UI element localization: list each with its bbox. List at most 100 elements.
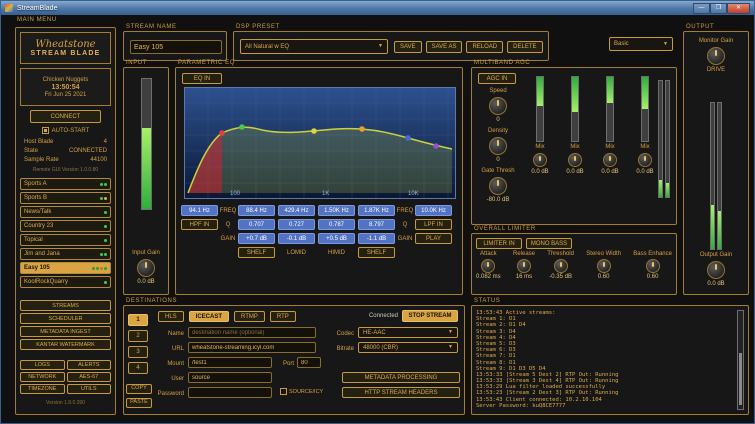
eq-node-lpf[interactable] — [433, 143, 439, 149]
agc-band-3-mix-knob[interactable] — [603, 153, 617, 167]
sidebar-button-network[interactable]: NETWORK — [20, 372, 65, 382]
close-button[interactable]: ✕ — [727, 2, 750, 14]
limiter-threshold-knob[interactable] — [553, 259, 568, 273]
sidebar-button-kantar-watermark[interactable]: KANTAR WATERMARK — [20, 339, 111, 350]
agc-in-button[interactable]: AGC IN — [478, 73, 516, 84]
limiter-stereo-width-knob[interactable] — [596, 259, 611, 273]
band2-freq-value[interactable]: 429.4 Hz — [278, 205, 315, 216]
band4-freq-value[interactable]: 1.87K Hz — [358, 205, 395, 216]
sidebar-item-easy-105[interactable]: Easy 105 — [20, 262, 111, 274]
band2-gain-value[interactable]: -0.1 dB — [278, 233, 315, 244]
input-gain-knob[interactable] — [137, 259, 155, 277]
band1-gain-value[interactable]: +0.7 dB — [238, 233, 275, 244]
port-input[interactable] — [297, 357, 321, 368]
agc-speed-knob[interactable] — [489, 97, 507, 115]
sidebar-button-utils[interactable]: UTILS — [66, 384, 111, 394]
band3-freq-value[interactable]: 1.50K Hz — [318, 205, 355, 216]
sidebar-button-streams[interactable]: STREAMS — [20, 300, 111, 311]
band2-q-value[interactable]: 0.727 — [278, 219, 315, 230]
eq-node-himid[interactable] — [359, 126, 365, 132]
user-input[interactable] — [188, 372, 272, 383]
stream-name-input[interactable] — [130, 40, 222, 54]
knob-pointer — [497, 180, 499, 186]
limiter-attack-knob[interactable] — [481, 259, 496, 273]
output-gain-knob[interactable] — [707, 261, 725, 279]
bitrate-select[interactable]: 48000 (CBR) ▼ — [358, 342, 458, 353]
sidebar-item-jim-and-jana[interactable]: Jim and Jana — [20, 248, 111, 260]
minimize-button[interactable]: — — [693, 2, 710, 14]
connect-button[interactable]: CONNECT — [30, 110, 101, 123]
hpf-freq-value[interactable]: 94.1 Hz — [181, 205, 218, 216]
http-stream-headers-button[interactable]: HTTP STREAM HEADERS — [342, 387, 460, 398]
play-button[interactable]: PLAY — [415, 233, 452, 244]
agc-band-2-mix-knob[interactable] — [568, 153, 582, 167]
scrollbar-thumb[interactable] — [739, 353, 742, 405]
sidebar-item-sports-a[interactable]: Sports A — [20, 178, 111, 190]
sidebar-item-sports-b[interactable]: Sports B — [20, 192, 111, 204]
eq-node-hpf[interactable] — [219, 130, 225, 136]
mono-bass-button[interactable]: MONO BASS — [526, 238, 572, 249]
input-gain-value: 0.0 dB — [137, 279, 155, 285]
preset-reload-button[interactable]: RELOAD — [466, 41, 504, 53]
tab-icecast[interactable]: ICECAST — [188, 311, 230, 322]
sidebar-button-metadata-ingest[interactable]: METADATA INGEST — [20, 326, 111, 337]
status-scrollbar[interactable] — [737, 310, 744, 410]
preset-delete-button[interactable]: DELETE — [507, 41, 543, 53]
eq-in-button[interactable]: EQ IN — [182, 73, 222, 84]
destination-name-input[interactable] — [188, 327, 316, 338]
band1-shelf-button[interactable]: SHELF — [238, 247, 275, 258]
tab-rtmp[interactable]: RTMP — [234, 311, 265, 322]
sidebar-item-koolrockquarry[interactable]: KoolRockQuarry — [20, 276, 111, 288]
maximize-button[interactable]: ❐ — [710, 2, 727, 14]
eq-node-lo[interactable] — [239, 124, 245, 130]
band3-q-value[interactable]: 0.787 — [318, 219, 355, 230]
eq-node-lomid[interactable] — [311, 128, 317, 134]
sidebar-button-alerts[interactable]: ALERTS — [66, 360, 111, 370]
codec-select[interactable]: HE-AAC ▼ — [358, 327, 458, 338]
preset-mode-select[interactable]: Basic ▼ — [609, 37, 673, 51]
eq-node-hi[interactable] — [405, 135, 411, 141]
sidebar-button-scheduler[interactable]: SCHEDULER — [20, 313, 111, 324]
band3-gain-value[interactable]: +0.5 dB — [318, 233, 355, 244]
metadata-processing-button[interactable]: METADATA PROCESSING — [342, 372, 460, 383]
destination-slot-3[interactable]: 3 — [128, 346, 148, 358]
agc-band-4-mix-knob[interactable] — [638, 153, 652, 167]
agc-band-1-mix-knob[interactable] — [533, 153, 547, 167]
mount-input[interactable] — [188, 357, 272, 368]
url-input[interactable] — [188, 342, 316, 353]
band4-shelf-button[interactable]: SHELF — [358, 247, 395, 258]
tab-rtp[interactable]: RTP — [269, 311, 296, 322]
password-input[interactable] — [188, 387, 272, 398]
sidebar-item-topical[interactable]: Topical — [20, 234, 111, 246]
band4-q-value[interactable]: 8.797 — [358, 219, 395, 230]
tab-hls[interactable]: HLS — [158, 311, 184, 322]
sidebar-button-logs[interactable]: LOGS — [20, 360, 65, 370]
lpf-freq-value[interactable]: 10.0K Hz — [415, 205, 452, 216]
band1-q-value[interactable]: 0.707 — [238, 219, 275, 230]
lpf-in-button[interactable]: LPF IN — [415, 219, 452, 230]
limiter-release-knob[interactable] — [516, 259, 531, 273]
sidebar-button-timezone[interactable]: TIMEZONE — [20, 384, 65, 394]
sidebar-button-aes-67[interactable]: AES-67 — [66, 372, 111, 382]
limiter-in-button[interactable]: LIMITER IN — [476, 238, 522, 249]
preset-save-as-button[interactable]: SAVE AS — [425, 41, 463, 53]
stop-stream-button[interactable]: STOP STREAM — [402, 310, 458, 322]
preset-save-button[interactable]: SAVE — [394, 41, 422, 53]
sidebar-item-country-23[interactable]: Country 23 — [20, 220, 111, 232]
limiter-bass-enhance-knob[interactable] — [645, 259, 660, 273]
band4-gain-value[interactable]: -1.1 dB — [358, 233, 395, 244]
band1-freq-value[interactable]: 88.4 Hz — [238, 205, 275, 216]
destination-slot-2[interactable]: 2 — [128, 330, 148, 342]
source-icy-checkbox[interactable] — [280, 388, 287, 395]
sidebar-item-news-talk[interactable]: News/Talk — [20, 206, 111, 218]
eq-graph[interactable]: 100 1K 10K — [184, 87, 456, 199]
destination-slot-1[interactable]: 1 — [128, 314, 148, 326]
dsp-preset-select[interactable]: All Natural w EQ ▼ — [240, 39, 388, 54]
destination-slot-4[interactable]: 4 — [128, 362, 148, 374]
dsp-preset-panel-title: DSP PRESET — [236, 24, 280, 30]
autostart-checkbox[interactable] — [41, 127, 49, 134]
agc-density-knob[interactable] — [488, 137, 507, 155]
monitor-gain-knob[interactable] — [707, 47, 725, 65]
hpf-in-button[interactable]: HPF IN — [181, 219, 218, 230]
agc-gate-thresh-knob[interactable] — [489, 177, 507, 195]
